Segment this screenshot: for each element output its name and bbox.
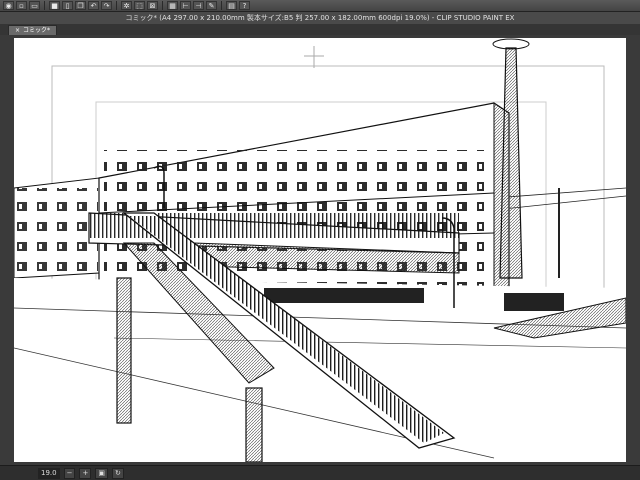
new-document-icon[interactable]: ▫ — [16, 1, 27, 10]
help-icon[interactable]: ? — [239, 1, 250, 10]
snap-icon[interactable]: ⊣ — [193, 1, 204, 10]
rotate-icon[interactable]: ↻ — [111, 467, 124, 479]
canvas-paper[interactable] — [14, 38, 626, 462]
save-icon[interactable]: ■ — [49, 1, 60, 10]
pen-icon[interactable]: ✎ — [206, 1, 217, 10]
close-icon[interactable]: × — [15, 27, 20, 34]
eye-icon[interactable]: ◉ — [3, 1, 14, 10]
command-bar: ◉ ▫ ▭ ■ ▯ ❐ ↶ ↷ ✲ ⬚ ⊠ ▦ ⊢ ⊣ ✎ ▤? — [0, 0, 640, 12]
selection-icon[interactable]: ⊠ — [147, 1, 158, 10]
settings-icon[interactable]: ✲ — [121, 1, 132, 10]
page-icon[interactable]: ▯ — [62, 1, 73, 10]
redo-icon[interactable]: ↷ — [101, 1, 112, 10]
toolbar-separator — [162, 1, 163, 10]
toolbar-separator — [44, 1, 45, 10]
transform-icon[interactable]: ⬚ — [134, 1, 145, 10]
manga-artwork — [14, 38, 626, 462]
toolbar-separator — [116, 1, 117, 10]
fit-icon[interactable]: ▣ — [95, 467, 108, 479]
zoom-out-icon[interactable]: − — [63, 467, 76, 479]
canvas-area[interactable] — [0, 35, 640, 465]
copy-icon[interactable]: ❐ — [75, 1, 86, 10]
zoom-level[interactable]: 19.0 — [38, 467, 60, 479]
open-folder-icon[interactable]: ▭ — [29, 1, 40, 10]
tab-label: コミック* — [23, 27, 51, 34]
toolbar-separator — [221, 1, 222, 10]
ruler-icon[interactable]: ⊢ — [180, 1, 191, 10]
grid-icon[interactable]: ▦ — [167, 1, 178, 10]
tab-comic[interactable]: × コミック* — [8, 25, 58, 35]
undo-icon[interactable]: ↶ — [88, 1, 99, 10]
zoom-in-icon[interactable]: + — [79, 467, 92, 479]
status-bar: 19.0 − + ▣ ↻ — [0, 465, 640, 480]
layer-icon[interactable]: ▤ — [226, 1, 237, 10]
